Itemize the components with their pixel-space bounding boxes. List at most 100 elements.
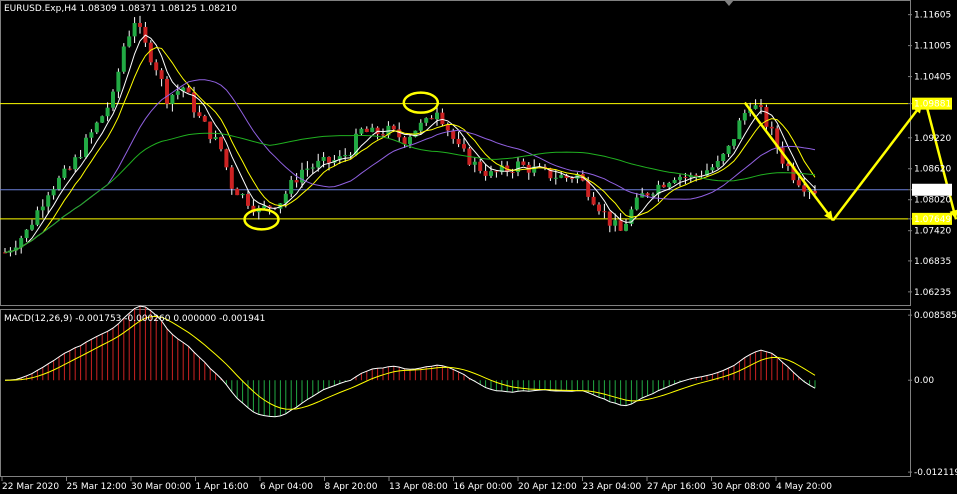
x-tick-label: 30 Mar 00:00 (131, 482, 191, 492)
candle-body (321, 157, 326, 161)
x-tick-label: 22 Mar 2020 (2, 482, 59, 492)
candle-body (759, 105, 763, 107)
candle-body (305, 168, 310, 170)
candle-body (489, 171, 493, 176)
candle-body (67, 168, 72, 170)
candle-body (121, 46, 126, 72)
candle-body (742, 113, 747, 121)
y-tick-label: 1.08213 (914, 186, 951, 196)
candle-body (618, 220, 623, 231)
x-tick-label: 27 Apr 16:00 (647, 482, 706, 492)
x-tick-label: 23 Apr 04:00 (583, 482, 642, 492)
candle-body (116, 71, 121, 92)
candle-body (435, 112, 439, 120)
y-tick-label: 1.09881 (914, 100, 951, 110)
candle-body (456, 138, 461, 145)
x-tick-label: 1 Apr 16:00 (196, 482, 249, 492)
candle-body (24, 229, 29, 239)
x-tick-label: 4 May 20:00 (776, 482, 832, 492)
y-tick-label: 1.07420 (914, 227, 951, 237)
candle-body (570, 178, 574, 180)
y-tick-label: 1.06235 (914, 288, 951, 298)
candle-body (111, 91, 115, 108)
trading-chart[interactable]: 1.11605 1.11005 1.10405 1.09881 1.09220 1.086… (0, 0, 957, 494)
candle-body (100, 116, 105, 123)
candle-body (78, 157, 83, 159)
candle-body (105, 107, 110, 117)
candle-body (710, 167, 715, 171)
candle-body (175, 91, 180, 95)
candle-body (494, 171, 499, 173)
candle-body (796, 180, 801, 186)
candle-body (667, 182, 672, 188)
candle-body (391, 125, 396, 130)
candle-body (246, 193, 250, 206)
candle-body (35, 210, 40, 225)
candle-body (732, 139, 736, 146)
candle-body (154, 62, 159, 71)
candle-body (46, 195, 51, 207)
y-tick-label: 1.10405 (914, 73, 951, 83)
candle-body (753, 105, 758, 109)
candle-body (84, 137, 88, 158)
candle-body (381, 134, 385, 136)
candle-body (148, 42, 153, 63)
candle-body (591, 196, 596, 205)
y-tick-label: 1.11605 (914, 11, 951, 21)
x-tick-label: 30 Apr 08:00 (712, 482, 771, 492)
candle-body (737, 120, 742, 140)
macd-label: MACD(12,26,9) -0.001753 -0.000260 0.0000… (4, 314, 265, 324)
candle-body (661, 184, 666, 188)
y-tick-label: 1.09220 (914, 134, 951, 144)
candle-body (138, 23, 142, 27)
candle-body (602, 211, 607, 213)
candle-body (510, 171, 515, 173)
y-tick-label: 1.11005 (914, 42, 951, 52)
candle-body (170, 94, 175, 104)
candle-body (327, 157, 331, 163)
y-tick-label: 1.08020 (914, 196, 951, 206)
candle-body (370, 127, 375, 132)
candle-body (316, 160, 321, 168)
candle-body (440, 112, 445, 125)
candle-body (94, 122, 99, 133)
candle-body (343, 155, 348, 157)
candle-body (672, 179, 677, 183)
candle-body (402, 137, 407, 145)
x-tick-label: 25 Mar 12:00 (67, 482, 127, 492)
candle-body (802, 185, 807, 192)
candle-body (30, 224, 34, 230)
candle-body (229, 167, 234, 189)
candle-body (224, 149, 229, 168)
candle-body (624, 223, 628, 231)
candle-body (310, 167, 315, 169)
x-tick-label: 20 Apr 12:00 (518, 482, 577, 492)
candle-body (721, 153, 726, 162)
candle-body (607, 211, 612, 226)
candle-body (294, 180, 299, 183)
candle-body (613, 220, 618, 226)
candle-body (132, 23, 137, 37)
x-tick-label: 8 Apr 20:00 (325, 482, 378, 492)
candle-body (645, 193, 650, 196)
candle-body (559, 175, 564, 178)
candle-body (678, 176, 682, 180)
candle-body (57, 177, 61, 190)
candle-body (219, 137, 223, 150)
y-tick-label: 1.08620 (914, 165, 951, 175)
candle-body (62, 168, 67, 178)
candle-body (472, 161, 477, 165)
candle-body (451, 130, 456, 139)
x-tick-label: 13 Apr 08:00 (389, 482, 448, 492)
candle-body (235, 188, 240, 196)
candle-body (197, 112, 202, 117)
macd-y-tick-label: -0.012119 (914, 468, 957, 478)
candle-body (359, 128, 364, 134)
y-tick-label: 1.06835 (914, 257, 951, 267)
candle-body (478, 161, 483, 171)
candle-body (159, 70, 164, 79)
candle-body (769, 126, 774, 129)
candle-body (726, 145, 731, 154)
candle-body (521, 161, 526, 165)
macd-y-tick-label: 0.00 (914, 376, 934, 386)
